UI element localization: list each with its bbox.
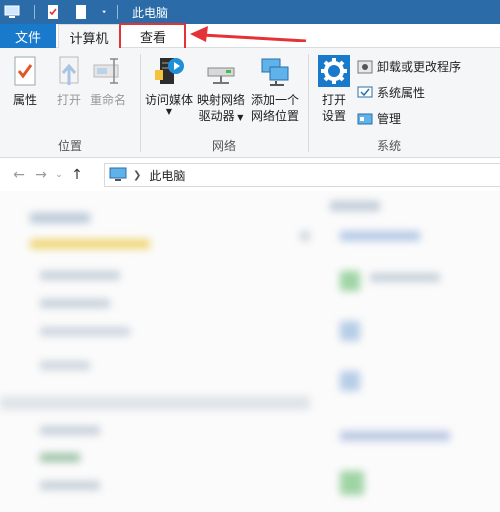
- blurred-item: [0, 396, 310, 410]
- blurred-item: [30, 213, 90, 223]
- tab-file[interactable]: 文件: [0, 24, 56, 48]
- title-bar: 此电脑: [0, 0, 500, 24]
- open-label: 打开: [56, 93, 81, 107]
- rename-button[interactable]: 重命名: [90, 54, 126, 108]
- address-bar[interactable]: ❯ 此电脑: [104, 163, 500, 187]
- quick-access-separator: [34, 5, 35, 19]
- uninstall-icon: [357, 60, 373, 73]
- open-button[interactable]: 打开: [52, 54, 86, 108]
- open-icon: [59, 56, 79, 85]
- system-properties-icon: [357, 86, 373, 97]
- breadcrumb-chevron-icon[interactable]: ❯: [133, 170, 141, 181]
- blurred-item: [340, 431, 450, 441]
- blurred-item: [30, 239, 150, 249]
- red-arrow-annotation: [190, 26, 307, 42]
- manage-button[interactable]: 管理: [357, 110, 401, 127]
- map-drive-label-line2-row: 驱动器 ▼: [199, 108, 244, 126]
- blurred-item: [340, 321, 360, 341]
- open-settings-label-line1: 打开: [321, 93, 346, 107]
- manage-icon: [357, 113, 373, 124]
- properties-label: 属性: [12, 93, 37, 107]
- properties-icon: [14, 56, 36, 86]
- tab-computer[interactable]: 计算机: [58, 24, 120, 49]
- blurred-item: [40, 271, 120, 280]
- uninstall-label: 卸载或更改程序: [377, 60, 462, 74]
- blurred-item: [40, 426, 100, 435]
- blurred-item: [40, 481, 100, 490]
- group-system-label: 系统: [376, 139, 401, 153]
- recent-locations-chevron-icon[interactable]: ⌄: [52, 164, 66, 186]
- manage-label: 管理: [377, 112, 402, 126]
- customize-toolbar-chevron-icon[interactable]: [101, 4, 111, 20]
- group-location-label: 位置: [57, 139, 82, 153]
- ribbon: 属性 打开 重命名 位置 访问媒体 ▼ 映射网络 驱动器 ▼ 添加一个 网络位置…: [0, 48, 500, 158]
- blurred-item: [340, 371, 360, 391]
- blurred-item: [40, 327, 130, 336]
- blurred-item: [300, 231, 310, 241]
- uninstall-program-button[interactable]: 卸载或更改程序: [357, 58, 461, 75]
- blurred-item: [340, 471, 364, 495]
- add-network-location-button[interactable]: 添加一个 网络位置: [251, 54, 299, 124]
- group-network: 访问媒体 ▼ 映射网络 驱动器 ▼ 添加一个 网络位置 网络: [141, 48, 307, 158]
- group-system: 打开 设置 卸载或更改程序 系统属性 管理 系统: [309, 48, 469, 158]
- navigation-bar: ← → ⌄ ↑ ❯ 此电脑: [0, 160, 500, 190]
- address-path: 此电脑: [149, 168, 186, 183]
- rename-icon: [93, 58, 119, 84]
- forward-arrow-icon[interactable]: →: [30, 164, 52, 186]
- add-location-label-line2: 网络位置: [251, 109, 300, 123]
- access-media-button[interactable]: 访问媒体 ▼: [145, 54, 193, 116]
- back-arrow-icon[interactable]: ←: [8, 164, 30, 186]
- view-tab-highlight: [119, 23, 186, 50]
- dropdown-arrow-icon: ▼: [234, 113, 244, 122]
- blurred-item: [340, 231, 420, 241]
- blurred-item: [330, 201, 380, 211]
- blurred-item: [340, 271, 360, 291]
- up-arrow-icon[interactable]: ↑: [66, 164, 88, 186]
- access-media-label: 访问媒体: [145, 93, 194, 107]
- network-location-icon: [261, 58, 289, 86]
- blurred-item: [40, 453, 80, 462]
- this-pc-icon: [109, 167, 127, 181]
- blurred-item: [370, 273, 440, 282]
- group-network-label: 网络: [211, 139, 236, 153]
- map-drive-label-line2: 驱动器: [198, 109, 235, 123]
- title-separator: [117, 5, 118, 19]
- open-settings-label-line2: 设置: [321, 109, 346, 123]
- system-properties-label: 系统属性: [377, 86, 426, 100]
- window-title: 此电脑: [132, 5, 169, 20]
- map-drive-label-line1: 映射网络: [197, 93, 246, 107]
- open-settings-button[interactable]: 打开 设置: [317, 54, 351, 124]
- system-properties-button[interactable]: 系统属性: [357, 84, 425, 101]
- network-drive-icon: [207, 67, 235, 84]
- new-folder-icon[interactable]: [73, 4, 89, 20]
- group-location: 属性 打开 重命名 位置: [0, 48, 140, 158]
- blurred-item: [40, 361, 90, 370]
- settings-gear-icon: [318, 55, 350, 87]
- properties-button[interactable]: 属性: [8, 54, 42, 108]
- blurred-item: [40, 299, 110, 308]
- blurred-content-area: [0, 191, 500, 512]
- properties-check-icon[interactable]: [45, 4, 61, 20]
- computer-icon[interactable]: [4, 4, 20, 20]
- dropdown-arrow-icon: ▼: [165, 107, 173, 116]
- map-network-drive-button[interactable]: 映射网络 驱动器 ▼: [197, 54, 245, 126]
- media-server-icon: [155, 58, 184, 84]
- add-location-label-line1: 添加一个: [251, 93, 300, 107]
- rename-label: 重命名: [90, 93, 127, 107]
